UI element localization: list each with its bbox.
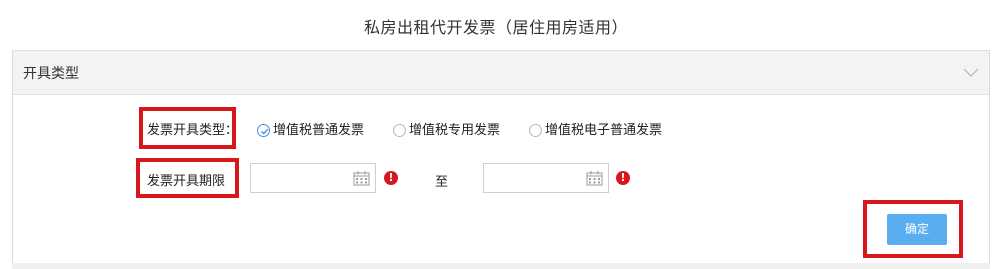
invoice-type-label: 发票开具类型： (147, 123, 239, 138)
panel-header-title: 开具类型 (23, 66, 79, 82)
period-end-date-input[interactable] (483, 163, 609, 193)
radio-vat-electronic-invoice[interactable]: 增值税电子普通发票 (529, 119, 663, 138)
radio-checked-icon[interactable] (257, 124, 270, 137)
radio-vat-special-invoice[interactable]: 增值税专用发票 (393, 119, 501, 138)
exclamation-circle-icon: ! (616, 171, 630, 185)
panel-bottom-divider (12, 263, 990, 269)
period-label: 发票开具期限 (147, 174, 226, 189)
exclamation-circle-icon: ! (384, 171, 398, 185)
radio-unchecked-icon[interactable] (393, 124, 406, 137)
chevron-down-icon[interactable] (963, 66, 979, 78)
radio-unchecked-icon[interactable] (529, 124, 542, 137)
radio-label: 增值税普通发票 (273, 123, 365, 138)
panel-header[interactable]: 开具类型 (13, 51, 989, 95)
confirm-button[interactable]: 确定 (887, 214, 947, 245)
period-start-date-input[interactable] (250, 163, 376, 193)
page-title: 私房出租代开发票（居住用房适用） (363, 18, 628, 37)
radio-label: 增值税专用发票 (409, 123, 501, 138)
radio-label: 增值税电子普通发票 (545, 123, 663, 138)
calendar-icon[interactable] (586, 170, 603, 186)
calendar-icon[interactable] (353, 170, 370, 186)
radio-vat-general-invoice[interactable]: 增值税普通发票 (257, 119, 365, 138)
to-label: 至 (435, 175, 449, 190)
